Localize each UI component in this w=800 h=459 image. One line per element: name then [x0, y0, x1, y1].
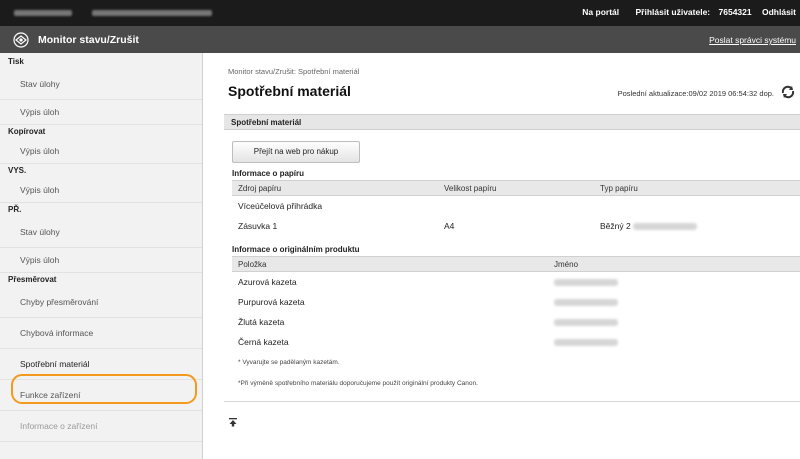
buy-online-button[interactable]: Přejít na web pro nákup	[232, 141, 360, 163]
counterfeit-note: * Vyvarujte se padělaným kazetám.	[238, 359, 340, 366]
cell-paper-type: Běžný 2	[594, 216, 800, 236]
cell-paper-type	[594, 196, 800, 217]
send-to-admin-link[interactable]: Poslat správci systému	[709, 35, 796, 45]
table-row: Azurová kazeta	[232, 272, 800, 293]
back-to-top-icon[interactable]	[228, 417, 238, 427]
section-header-consumables: Spotřební materiál	[224, 114, 800, 130]
page-title: Spotřební materiál	[228, 83, 351, 99]
user-id: 7654321	[718, 7, 752, 17]
paper-info-table: Zdroj papíru Velikost papíru Typ papíru …	[232, 180, 800, 236]
cell-paper-source: Víceúčelová přihrádka	[238, 201, 323, 211]
paper-info-title: Informace o papíru	[232, 169, 305, 178]
cell-paper-size: A4	[444, 221, 455, 231]
redacted-text	[633, 223, 698, 231]
sidebar-item-receive-job-status[interactable]: Stav úlohy	[0, 217, 202, 248]
page-header-title: Monitor stavu/Zrušit	[38, 34, 139, 46]
sidebar-item-print-job-log[interactable]: Výpis úloh	[0, 100, 202, 125]
sidebar-section-print: Tisk	[8, 57, 24, 66]
top-links: Na portál Přihlásit uživatele: 7654321 O…	[568, 7, 796, 17]
redacted-text	[14, 10, 72, 16]
portal-link[interactable]: Na portál	[582, 7, 619, 17]
refresh-icon[interactable]	[780, 84, 796, 100]
top-bar: Na portál Přihlásit uživatele: 7654321 O…	[0, 0, 800, 26]
table-header-row: Položka Jméno	[232, 256, 800, 272]
sidebar-item-forward-errors[interactable]: Chyby přesměrování	[0, 287, 202, 318]
original-product-title: Informace o originálním produktu	[232, 245, 360, 254]
sidebar-item-copy-job-log[interactable]: Výpis úloh	[0, 139, 202, 164]
status-monitor-icon	[13, 32, 29, 48]
cell-paper-source: Zásuvka 1	[238, 221, 278, 231]
table-row: Žlutá kazeta	[232, 312, 800, 332]
redacted-text	[554, 279, 618, 287]
cell-name	[548, 312, 800, 332]
cell-item: Žlutá kazeta	[238, 317, 285, 327]
logged-user-label: Přihlásit uživatele:	[635, 7, 711, 17]
divider	[224, 401, 800, 402]
redacted-text	[554, 319, 618, 327]
selection-highlight	[11, 374, 197, 404]
table-row: Černá kazeta	[232, 332, 800, 352]
sidebar-item-receive-job-log[interactable]: Výpis úloh	[0, 248, 202, 273]
col-item: Položka	[232, 256, 548, 272]
table-row: Víceúčelová přihrádka	[232, 196, 800, 217]
table-row: Zásuvka 1 A4 Běžný 2	[232, 216, 800, 236]
cell-name	[548, 292, 800, 312]
sidebar-item-send-job-log[interactable]: Výpis úloh	[0, 178, 202, 203]
main-content: Monitor stavu/Zrušit: Spotřební materiál…	[216, 53, 800, 459]
cell-name	[548, 272, 800, 293]
cell-name	[548, 332, 800, 352]
sidebar-item-error-info[interactable]: Chybová informace	[0, 318, 202, 349]
redacted-text	[554, 299, 618, 307]
sidebar-section-copy: Kopírovat	[8, 127, 46, 136]
col-paper-size: Velikost papíru	[438, 180, 594, 196]
last-updated-text: Poslední aktualizace:09/02 2019 06:54:32…	[617, 89, 774, 98]
logout-link[interactable]: Odhlásit	[762, 7, 796, 17]
sidebar-section-receive: PŘ.	[8, 205, 22, 214]
sidebar-section-send: VYS.	[8, 166, 27, 175]
sidebar-item-print-job-status[interactable]: Stav úlohy	[0, 69, 202, 100]
cell-item: Černá kazeta	[238, 337, 289, 347]
title-bar: Monitor stavu/Zrušit Poslat správci syst…	[0, 26, 800, 53]
section-title: Spotřební materiál	[231, 118, 302, 127]
cell-item: Purpurová kazeta	[238, 297, 305, 307]
col-paper-source: Zdroj papíru	[232, 180, 438, 196]
cell-item: Azurová kazeta	[238, 277, 297, 287]
sidebar-item-device-info[interactable]: Informace o zařízení	[0, 411, 202, 442]
col-name: Jméno	[548, 256, 800, 272]
col-paper-type: Typ papíru	[594, 180, 800, 196]
genuine-products-note: *Při výměně spotřebního materiálu doporu…	[238, 380, 478, 387]
sidebar-section-forward: Přesměrovat	[8, 275, 57, 284]
table-row: Purpurová kazeta	[232, 292, 800, 312]
redacted-text	[554, 339, 618, 347]
cell-paper-size	[438, 196, 594, 217]
table-header-row: Zdroj papíru Velikost papíru Typ papíru	[232, 180, 800, 196]
redacted-text	[92, 10, 212, 16]
breadcrumb: Monitor stavu/Zrušit: Spotřební materiál	[228, 67, 360, 76]
original-product-table: Položka Jméno Azurová kazeta Purpurová k…	[232, 256, 800, 352]
